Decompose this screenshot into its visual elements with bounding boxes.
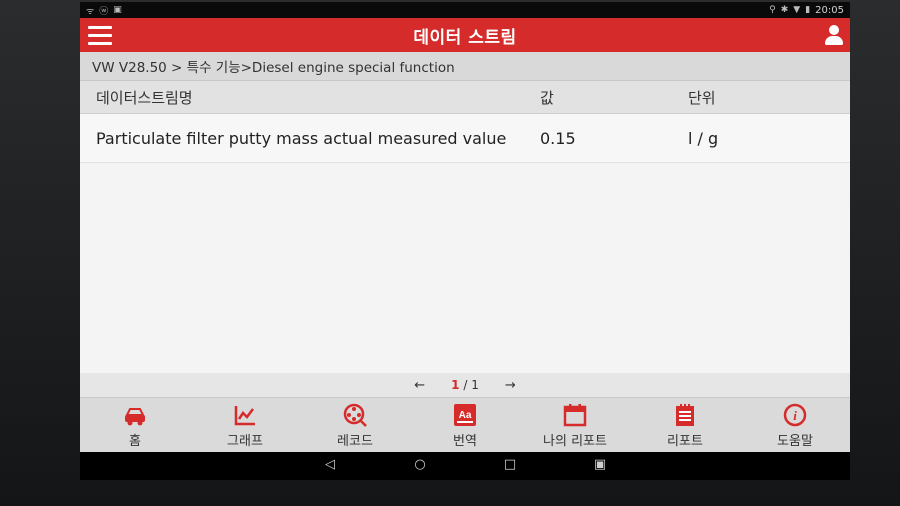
page-current: 1 [451,378,460,392]
nav-graph-label: 그래프 [227,433,263,449]
nav-home-button[interactable]: 홈 [83,402,188,449]
nav-report-label: 리포트 [667,433,703,449]
nav-help-label: 도움말 [777,433,813,449]
row-unit-cell: l / g [688,128,719,148]
data-stream-table: 데이터스트림명 값 단위 Particulate filter putty ma… [80,81,850,373]
nav-translate-label: 번역 [453,433,477,449]
location-icon: ⚲ [769,5,776,15]
help-icon: i [782,402,808,428]
back-icon[interactable]: ◁ [320,457,340,472]
arrow-right-icon[interactable]: → [505,378,516,393]
app-bar: 데이터 스트림 [80,18,850,52]
column-header-unit: 단위 [688,88,716,107]
status-bar: ᯤ ⓦ ▣ ⚲ ✱ ▼ ▮ 20:05 [80,2,850,18]
page-total: 1 [471,378,479,392]
nav-report-button[interactable]: 리포트 [633,402,738,449]
translate-icon: Aa [452,402,478,428]
nav-record-button[interactable]: 레코드 [303,402,408,449]
user-profile-icon[interactable] [824,25,844,45]
record-icon [342,402,368,428]
breadcrumb: VW V28.50 > 특수 기능>Diesel engine special … [80,52,850,81]
table-header: 데이터스트림명 값 단위 [80,81,850,114]
nav-help-button[interactable]: i 도움말 [743,402,848,449]
hamburger-menu-icon[interactable] [80,18,120,52]
system-navigation-bar: ◁ ○ □ ▣ [80,452,850,476]
status-left-group: ᯤ ⓦ ▣ [86,4,122,17]
table-row[interactable]: Particulate filter putty mass actual mea… [80,114,850,163]
report-icon [672,402,698,428]
bottom-toolbar: 홈 그래프 레코드 Aa 번역 나의 리포트 리포트 i 도움말 [80,397,850,452]
android-icon: ⓦ [99,6,109,17]
bluetooth-icon: ✱ [780,5,789,15]
car-home-icon [122,402,148,428]
pagination: ← 1 / 1 → [80,373,850,397]
my-report-icon [562,402,588,428]
status-right-group: ⚲ ✱ ▼ ▮ 20:05 [769,5,844,16]
usb-icon: ᯤ [86,6,95,17]
nav-my-report-button[interactable]: 나의 리포트 [523,402,628,449]
page-separator: / [463,378,468,392]
nav-translate-button[interactable]: Aa 번역 [413,402,518,449]
nav-home-label: 홈 [129,433,141,449]
screenshot-icon[interactable]: ▣ [590,457,610,472]
column-header-value: 값 [540,88,554,107]
battery-icon: ▮ [805,5,811,15]
page-indicator: 1 / 1 [451,378,479,392]
arrow-left-icon[interactable]: ← [414,378,425,393]
page-title: 데이터 스트림 [413,27,517,48]
graph-icon [232,402,258,428]
nav-my-report-label: 나의 리포트 [543,433,607,449]
nav-record-label: 레코드 [337,433,373,449]
status-time: 20:05 [815,4,844,16]
row-name-cell: Particulate filter putty mass actual mea… [96,128,507,148]
svg-text:Aa: Aa [459,410,472,421]
recents-icon[interactable]: □ [500,457,520,472]
svg-text:i: i [793,408,797,423]
home-icon[interactable]: ○ [410,457,430,472]
tablet-screen: ᯤ ⓦ ▣ ⚲ ✱ ▼ ▮ 20:05 데이터 스트림 VW V28.50 > … [80,2,850,480]
column-header-name: 데이터스트림명 [96,88,193,107]
row-value-cell: 0.15 [540,128,576,148]
nav-graph-button[interactable]: 그래프 [193,402,298,449]
wifi-icon: ▼ [793,5,801,15]
image-icon: ▣ [113,5,122,15]
